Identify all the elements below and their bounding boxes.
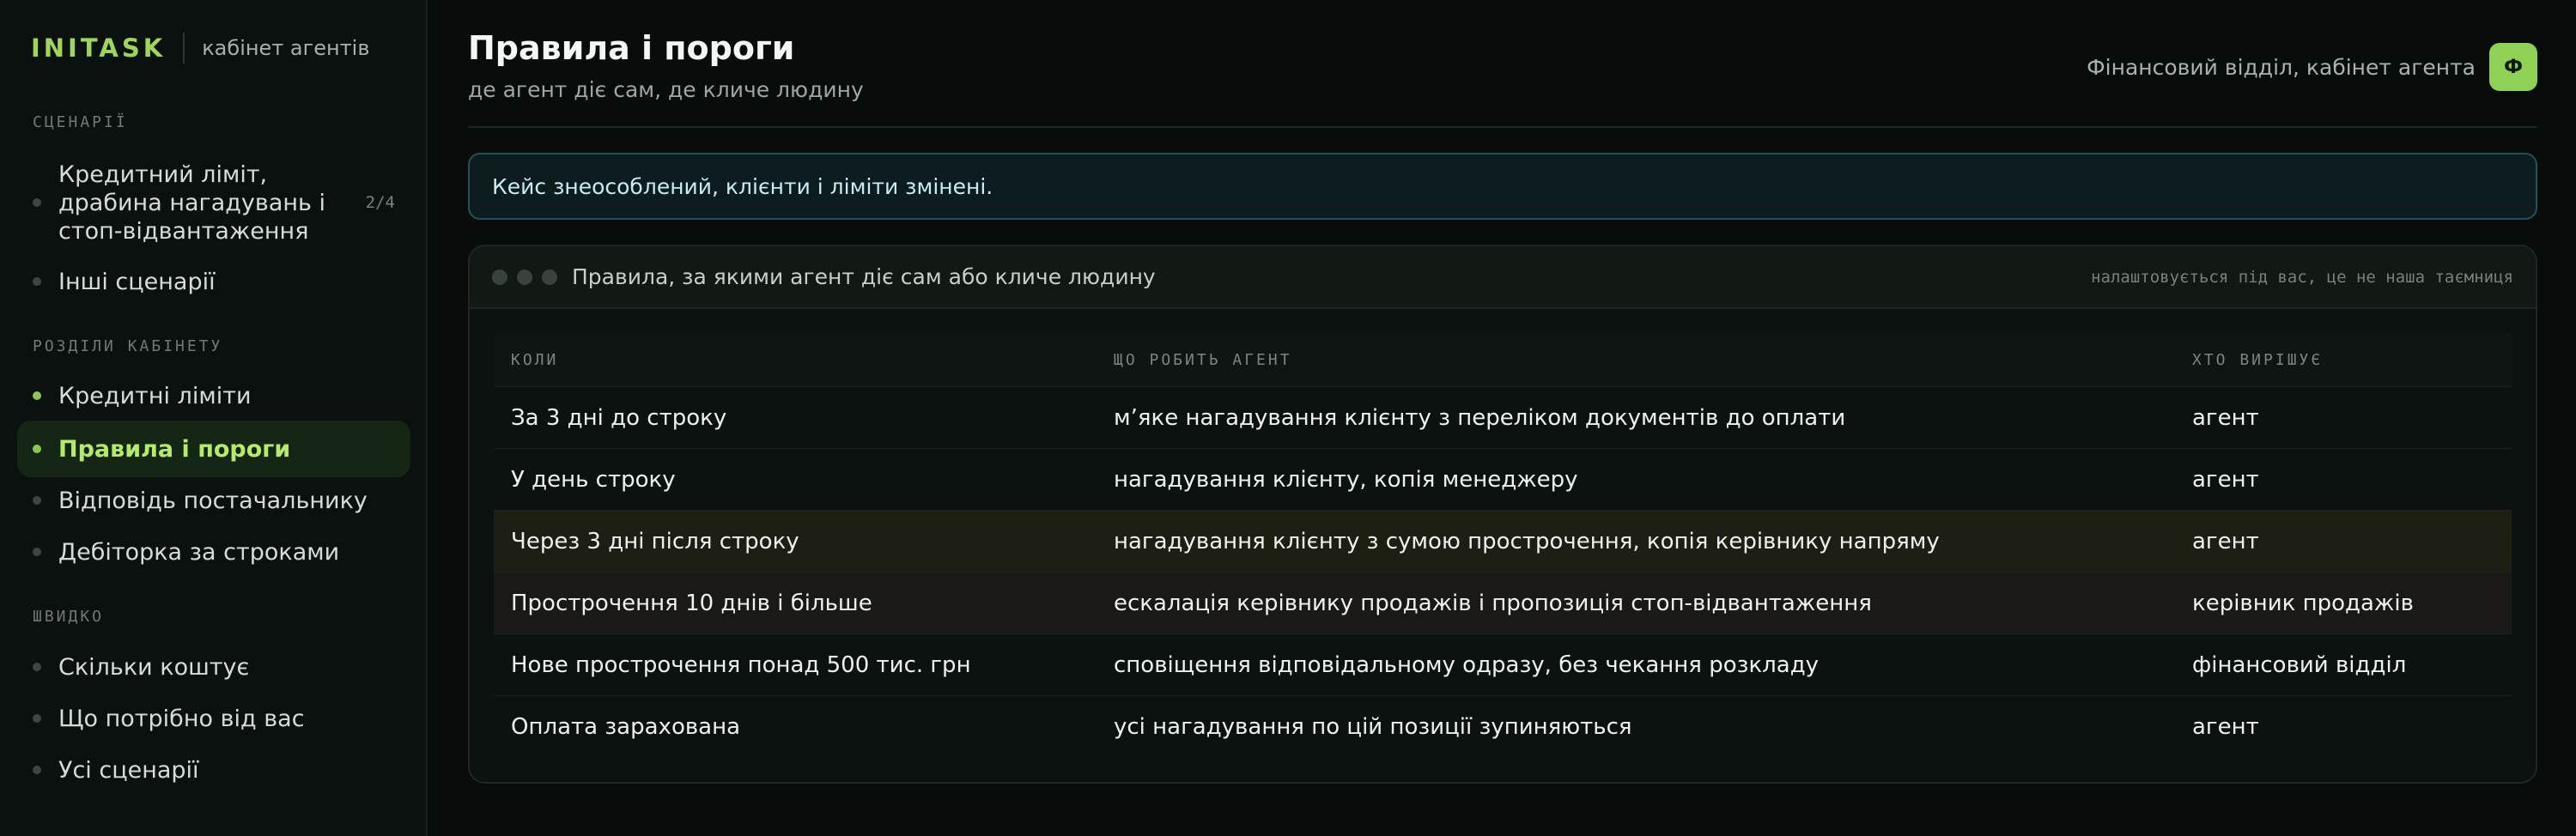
bullet-icon (33, 391, 41, 400)
section-title-quick: ШВИДКО (33, 608, 105, 626)
header-divider (468, 126, 2537, 128)
user-menu[interactable]: Фінансовий відділ, кабінет агента Ф (2087, 43, 2537, 91)
cell-action: усі нагадування по цій позиції зупиняють… (1114, 714, 1632, 740)
window-dot-icon (517, 269, 532, 285)
sidebar-item-label: Кредитний ліміт, драбина нагадувань і ст… (58, 161, 326, 245)
table-row: Прострочення 10 днів і більше ескалація … (494, 572, 2512, 634)
table-row: Оплата зарахована усі нагадування по цій… (494, 696, 2512, 758)
window-dot-icon (492, 269, 507, 285)
cell-when: Через 3 дні після строку (511, 528, 799, 554)
sidebar-item-all-scenarios[interactable]: Усі сценарії (17, 749, 410, 791)
table-header: КОЛИ ЩО РОБИТЬ АГЕНТ ХТО ВИРІШУЄ (494, 334, 2512, 387)
cell-action: нагадування клієнту з сумою прострочення… (1114, 528, 1940, 554)
cell-decider: керівник продажів (2192, 590, 2414, 616)
sidebar-item-credit-limits[interactable]: Кредитні ліміти (17, 375, 410, 416)
sidebar-item-label: Інші сценарії (58, 268, 216, 295)
sidebar-item-requirements[interactable]: Що потрібно від вас (17, 698, 410, 739)
cell-decider: фінансовий відділ (2192, 651, 2407, 678)
card-header: Правила, за якими агент діє сам або клич… (470, 246, 2536, 309)
bullet-icon (33, 198, 41, 207)
window-dot-icon (542, 269, 557, 285)
column-header-decider: ХТО ВИРІШУЄ (2192, 351, 2324, 369)
cell-action: ескалація керівнику продажів і пропозиці… (1114, 590, 1872, 616)
sidebar-item-label: Що потрібно від вас (58, 705, 305, 732)
bullet-icon (33, 496, 41, 505)
bullet-icon (33, 445, 41, 453)
cell-action: м’яке нагадування клієнту з переліком до… (1114, 404, 1846, 431)
table-row: У день строку нагадування клієнту, копія… (494, 449, 2512, 511)
sidebar-item-pricing[interactable]: Скільки коштує (17, 646, 410, 688)
column-header-action: ЩО РОБИТЬ АГЕНТ (1114, 351, 1292, 369)
cell-when: У день строку (511, 466, 676, 493)
bullet-icon (33, 548, 41, 556)
cell-when: Оплата зарахована (511, 714, 741, 740)
cell-decider: агент (2192, 466, 2259, 493)
sidebar-item-receivables-aging[interactable]: Дебіторка за строками (17, 531, 410, 572)
table-row: Нове прострочення понад 500 тис. грн спо… (494, 634, 2512, 696)
table-row: За 3 дні до строку м’яке нагадування клі… (494, 387, 2512, 449)
sidebar-item-label: Відповідь постачальнику (58, 487, 368, 514)
sidebar-item-rules-thresholds[interactable]: Правила і пороги (17, 421, 410, 477)
cell-decider: агент (2192, 404, 2259, 431)
cell-action: сповіщення відповідальному одразу, без ч… (1114, 651, 1820, 678)
table-row: Через 3 дні після строку нагадування клі… (494, 511, 2512, 572)
cell-when: Прострочення 10 днів і більше (511, 590, 872, 616)
sidebar-item-label: Скільки коштує (58, 653, 250, 681)
avatar[interactable]: Ф (2489, 43, 2537, 91)
rules-table: КОЛИ ЩО РОБИТЬ АГЕНТ ХТО ВИРІШУЄ За 3 дн… (494, 334, 2512, 758)
cell-when: За 3 дні до строку (511, 404, 727, 431)
bullet-icon (33, 277, 41, 286)
brand[interactable]: INITASK кабінет агентів (31, 31, 370, 65)
brand-subtitle: кабінет агентів (202, 36, 370, 60)
sidebar-item-credit-limit-scenario[interactable]: Кредитний ліміт, драбина нагадувань і ст… (17, 160, 410, 245)
cell-action: нагадування клієнту, копія менеджеру (1114, 466, 1578, 493)
card-note: налаштовується під вас, це не наша таємн… (2091, 267, 2513, 287)
rules-card: Правила, за якими агент діє сам або клич… (468, 245, 2537, 784)
page-subtitle: де агент діє сам, де кличе людину (468, 77, 864, 102)
bullet-icon (33, 714, 41, 723)
bullet-icon (33, 766, 41, 774)
column-header-when: КОЛИ (511, 351, 559, 369)
cell-when: Нове прострочення понад 500 тис. грн (511, 651, 971, 678)
sidebar-item-label: Усі сценарії (58, 756, 199, 784)
bullet-icon (33, 663, 41, 671)
sidebar-item-label: Кредитні ліміти (58, 382, 252, 409)
section-title-scenarios: СЦЕНАРІЇ (33, 113, 128, 131)
scenario-progress: 2/4 (365, 193, 395, 212)
cell-decider: агент (2192, 528, 2259, 554)
sidebar-item-label: Правила і пороги (58, 435, 291, 463)
brand-logo: INITASK (31, 33, 167, 63)
sidebar: INITASK кабінет агентів СЦЕНАРІЇ Кредитн… (0, 0, 428, 836)
user-name: Фінансовий відділ, кабінет агента (2087, 54, 2476, 80)
sidebar-item-other-scenarios[interactable]: Інші сценарії (17, 261, 410, 302)
info-notice: Кейс знеособлений, клієнти і ліміти змін… (468, 153, 2537, 220)
section-title-sections: РОЗДІЛИ КАБІНЕТУ (33, 337, 223, 355)
card-title: Правила, за якими агент діє сам або клич… (572, 264, 1156, 289)
main-content: Правила і пороги де агент діє сам, де кл… (468, 0, 2537, 836)
cell-decider: агент (2192, 714, 2259, 740)
sidebar-item-supplier-reply[interactable]: Відповідь постачальнику (17, 480, 410, 521)
sidebar-item-label: Дебіторка за строками (58, 538, 340, 566)
page-title: Правила і пороги (468, 29, 795, 67)
brand-divider (183, 33, 185, 64)
